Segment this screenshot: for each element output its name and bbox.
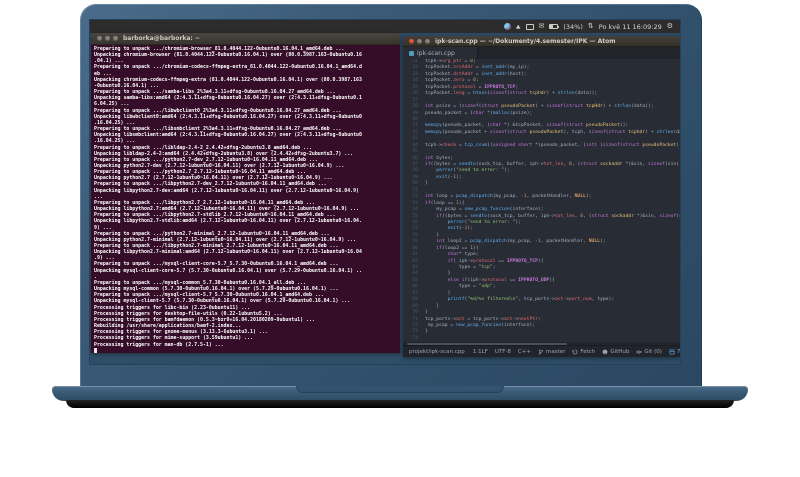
status-item-master[interactable]: master — [538, 349, 565, 355]
terminal-line: Preparing to unpack .../chromium-codecs-… — [94, 64, 362, 71]
status-item-label: master — [546, 348, 566, 355]
terminal-line: Unpacking mysql-client-core-5.7 (5.7.30-… — [94, 267, 362, 274]
status-item-label: Fetch — [580, 348, 596, 355]
github-icon — [602, 349, 608, 355]
line-number-gutter: 31 32 33 34 35 36 37 38 39 40 41 42 43 44 45 46 47 48 49 50… — [403, 59, 422, 342]
terminal-line: Unpacking samba-libs:amd64 (2:4.3.11+dfs… — [94, 95, 362, 102]
terminal-line: Unpacking chromium-browser (81.0.4044.12… — [94, 52, 362, 59]
horizontal-scrollbar[interactable] — [403, 342, 680, 345]
keyboard-layout-icon[interactable] — [525, 23, 534, 30]
terminal-minimize-button[interactable] — [105, 36, 110, 41]
status-cursor-position[interactable]: 1:1 — [473, 349, 482, 355]
atom-window-buttons — [403, 38, 430, 44]
atom-window-title: ipk-scan.cpp — ~/Dokumenty/4.semester/IP… — [435, 37, 616, 45]
package-icon — [669, 349, 675, 355]
status-item-label: LF — [481, 348, 488, 355]
terminal-window-buttons — [91, 36, 118, 41]
battery-icon[interactable] — [549, 24, 560, 29]
indicator-app-icon[interactable] — [503, 23, 511, 30]
terminal-line: Unpacking libsmbclient:amd64 (2:4.3.11+d… — [94, 132, 362, 139]
status-item-github[interactable]: GitHub — [602, 349, 629, 355]
terminal-output[interactable]: Preparing to unpack .../chromium-browser… — [91, 45, 400, 353]
status-item-lf[interactable]: LF — [482, 349, 488, 355]
session-gear-icon[interactable]: ⚙ — [667, 23, 673, 30]
code-line: tcph->check = tcp_csum((unsigned short *… — [425, 142, 680, 148]
status-item-label: Git (0) — [644, 348, 662, 355]
terminal-close-button[interactable] — [97, 36, 102, 41]
terminal-line: Unpacking libwbclient0:amd64 (2:4.3.11+d… — [94, 113, 362, 120]
atom-tab-bar: ipk-scan.cpp — [403, 47, 680, 59]
terminal-cursor — [94, 347, 97, 353]
status-file-path[interactable]: projekt/ipk-scan.cpp — [409, 349, 465, 355]
code-lines: tcph->urg_ptr = 0; tcpPacket.srcAddr = in… — [422, 59, 680, 342]
wifi-icon[interactable]: ▲ — [516, 24, 521, 30]
code-line: int psize = (sizeof(struct pseudoPacket)… — [425, 104, 654, 110]
atom-status-bar: projekt/ipk-scan.cpp 1:1 LF UTF-8 C++ maste… — [403, 345, 680, 357]
battery-percent[interactable]: (34%) — [563, 23, 583, 31]
terminal-line: Unpacking libpython2.7-stdlib:amd64 (2.7… — [94, 218, 362, 225]
screen: ▲ ✉ (34%) ⇅ Po kvě 11 16:09:29 ⚙ barbork… — [90, 20, 680, 364]
status-item-git-0[interactable]: Git (0) — [636, 349, 662, 355]
terminal-title: barborka@barborka: ~ — [123, 35, 200, 42]
git-branch-icon — [538, 348, 544, 355]
terminal-cursor-line — [94, 347, 400, 353]
status-item-utf-8[interactable]: UTF-8 — [495, 349, 511, 355]
terminal-titlebar[interactable]: barborka@barborka: ~ — [91, 33, 400, 45]
status-item-label: GitHub — [610, 348, 630, 355]
system-top-bar: ▲ ✉ (34%) ⇅ Po kvě 11 16:09:29 ⚙ — [90, 20, 680, 33]
cpp-file-icon — [409, 50, 414, 56]
laptop-mockup: ▲ ✉ (34%) ⇅ Po kvě 11 16:09:29 ⚙ barbork… — [0, 0, 800, 477]
atom-maximize-button[interactable] — [425, 38, 430, 44]
status-item-fetch[interactable]: Fetch — [572, 349, 595, 355]
mail-icon[interactable]: ✉ — [539, 23, 545, 30]
scrollbar-thumb[interactable] — [407, 343, 567, 345]
laptop-base-notch — [296, 386, 504, 393]
status-right-items: LF UTF-8 C++ master Fetch GitHub Git (0) 7 upda… — [482, 349, 680, 355]
status-item-label: 7 updates — [676, 348, 680, 355]
battery-fill — [550, 25, 554, 28]
terminal-line: Unpacking libpython2.7-dev:amd64 (2.7.12… — [94, 187, 359, 194]
status-left: projekt/ipk-scan.cpp 1:1 — [409, 349, 482, 355]
sync-icon — [572, 349, 578, 355]
code-line: memcpy(pseudo_packet + sizeof(struct pse… — [425, 129, 680, 135]
laptop-base-edge — [66, 400, 734, 408]
status-item-label: C++ — [517, 348, 531, 355]
status-item-c[interactable]: C++ — [518, 349, 531, 355]
status-item-7-updates[interactable]: 7 updates — [669, 349, 680, 355]
tab-label: ipk-scan.cpp — [417, 49, 455, 57]
atom-titlebar[interactable]: ipk-scan.cpp — ~/Dokumenty/4.semester/IP… — [403, 36, 680, 47]
tab-ipk-scan-cpp[interactable]: ipk-scan.cpp — [403, 47, 478, 59]
atom-minimize-button[interactable] — [417, 38, 422, 44]
code-editor[interactable]: 31 32 33 34 35 36 37 38 39 40 41 42 43 44 45 46 47 48 49 50… — [403, 59, 680, 342]
status-item-label: UTF-8 — [494, 348, 511, 355]
atom-window: ipk-scan.cpp — ~/Dokumenty/4.semester/IP… — [403, 36, 680, 357]
sync-arrows-icon[interactable]: ⇅ — [588, 23, 594, 30]
terminal-line: Unpacking libpython2.7-minimal:amd64 (2.… — [94, 249, 362, 256]
git-commit-icon — [636, 349, 643, 355]
clock[interactable]: Po kvě 11 16:09:29 — [599, 23, 662, 31]
terminal-maximize-button[interactable] — [113, 36, 118, 41]
atom-close-button[interactable] — [409, 38, 414, 44]
terminal-window: barborka@barborka: ~ Preparing to unpack… — [91, 33, 400, 353]
